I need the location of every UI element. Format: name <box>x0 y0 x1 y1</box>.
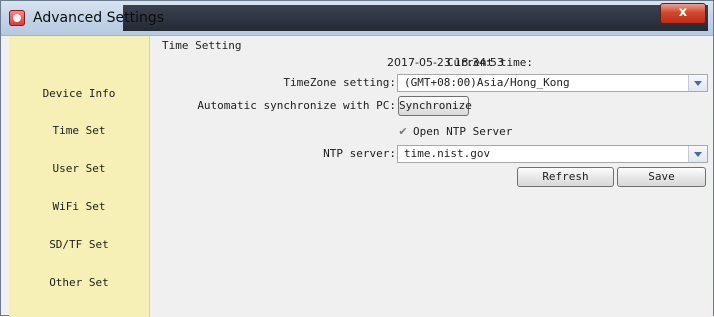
close-button[interactable]: x <box>660 3 706 24</box>
chevron-down-icon[interactable] <box>688 146 707 162</box>
open-ntp-label: Open NTP Server <box>413 125 513 138</box>
app-logo-icon <box>9 10 25 26</box>
sidebar-item-wifi-set[interactable]: WiFi Set <box>9 200 149 213</box>
open-ntp-checkbox[interactable]: ✔ Open NTP Server <box>397 125 512 138</box>
sidebar: Device Info Time Set User Set WiFi Set S… <box>9 36 150 317</box>
sidebar-item-user-set[interactable]: User Set <box>9 162 149 175</box>
sidebar-item-other-set[interactable]: Other Set <box>9 276 149 289</box>
timezone-label: TimeZone setting: <box>283 76 396 89</box>
sync-label: Automatic synchronize with PC: <box>197 99 396 112</box>
timezone-select-value: (GMT+08:00)Asia/Hong_Kong <box>404 76 570 89</box>
time-setting-panel: Time Setting Current time: 2017-05-23 18… <box>150 36 713 317</box>
advanced-settings-window: Advanced Settings x Device Info Time Set… <box>0 0 714 317</box>
refresh-button[interactable]: Refresh <box>517 167 614 187</box>
window-title: Advanced Settings <box>33 10 165 26</box>
title-bar-dark-region <box>123 5 708 31</box>
ntp-server-select[interactable]: time.nist.gov <box>397 145 708 163</box>
ntp-server-select-value: time.nist.gov <box>404 147 491 160</box>
title-bar[interactable]: Advanced Settings x <box>1 1 713 36</box>
ntp-server-label: NTP server: <box>323 147 396 160</box>
current-time-value: 2017-05-23 18:34:53 <box>387 56 504 69</box>
sidebar-item-time-set[interactable]: Time Set <box>9 124 149 137</box>
save-button[interactable]: Save <box>617 167 706 187</box>
title-group: Advanced Settings <box>9 7 164 29</box>
chevron-down-icon[interactable] <box>688 75 707 91</box>
checkmark-icon: ✔ <box>398 124 408 138</box>
synchronize-button[interactable]: Synchronize <box>398 96 472 116</box>
sidebar-item-device-info[interactable]: Device Info <box>9 87 149 100</box>
section-title: Time Setting <box>162 39 242 52</box>
sidebar-item-sdtf-set[interactable]: SD/TF Set <box>9 238 149 251</box>
timezone-select[interactable]: (GMT+08:00)Asia/Hong_Kong <box>397 74 708 92</box>
